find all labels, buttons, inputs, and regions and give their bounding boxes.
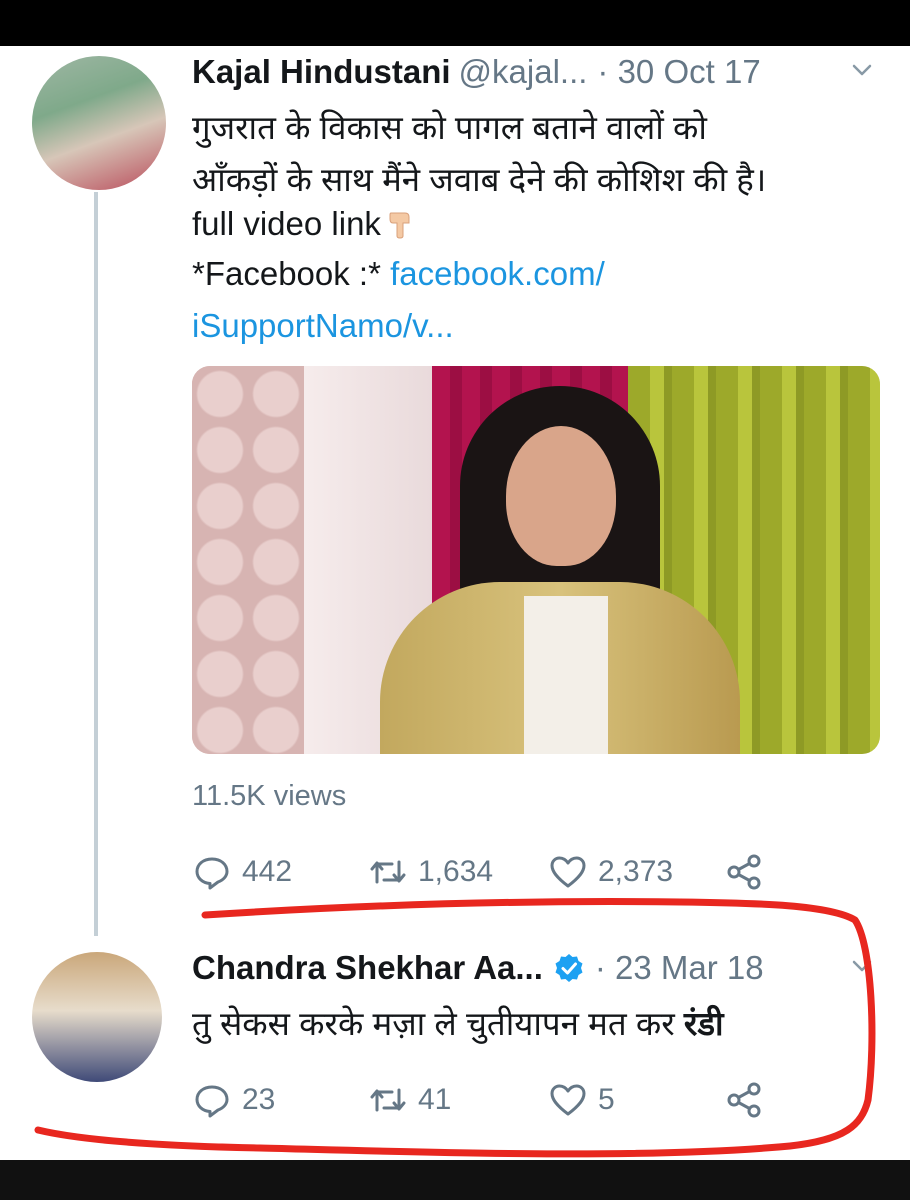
facebook-link[interactable]: facebook.com/ [390, 255, 605, 292]
retweet-count: 1,634 [418, 855, 494, 888]
video-thumbnail[interactable] [192, 366, 880, 754]
facebook-link-continued[interactable]: iSupportNamo/v... [192, 304, 454, 348]
like-count: 2,373 [598, 855, 674, 888]
tweet-header: Kajal Hindustani @kajal... · 30 Oct 17 [192, 50, 882, 94]
chevron-down-icon[interactable] [850, 58, 874, 82]
heart-icon [550, 1084, 586, 1116]
reply-button[interactable]: 23 [192, 1078, 275, 1122]
tweet-text-line: तु सेकस करके मज़ा ले चुतीयापन मत कर रंडी [192, 1002, 724, 1046]
like-button[interactable]: 5 [548, 1078, 615, 1122]
top-black-bar [0, 0, 910, 46]
tweet-text: तु सेकस करके मज़ा ले चुतीयापन मत कर [192, 1005, 684, 1042]
bottom-black-bar [0, 1160, 910, 1200]
tweet-text-line: गुजरात के विकास को पागल बताने वालों को [192, 109, 707, 146]
tweet-text: *Facebook :* [192, 255, 391, 292]
tweet-header: Chandra Shekhar Aa... · 23 Mar 18 [192, 946, 882, 990]
reply-count: 442 [242, 855, 293, 888]
tweet-date[interactable]: · 23 Mar 18 [595, 949, 764, 987]
pointing-down-emoji-icon [389, 212, 410, 239]
reply-icon [195, 1085, 229, 1118]
author-handle[interactable]: @kajal... [459, 53, 588, 91]
avatar[interactable] [32, 952, 162, 1082]
retweet-button[interactable]: 1,634 [368, 850, 493, 894]
reply-count: 23 [242, 1083, 276, 1116]
chevron-down-icon[interactable] [850, 954, 874, 978]
retweet-button[interactable]: 41 [368, 1078, 451, 1122]
author-name[interactable]: Chandra Shekhar Aa... [192, 949, 543, 987]
tweet-text: full video link [192, 205, 381, 242]
reply-icon [195, 857, 229, 890]
heart-icon [550, 856, 586, 888]
like-count: 5 [598, 1083, 615, 1116]
like-button[interactable]: 2,373 [548, 850, 673, 894]
avatar[interactable] [32, 56, 166, 190]
share-icon [727, 1082, 761, 1118]
tweet-text-bold: रंडी [683, 1005, 724, 1042]
person-top [524, 596, 608, 754]
reply-button[interactable]: 442 [192, 850, 292, 894]
tweet-text-line: full video link [192, 202, 413, 246]
retweet-count: 41 [418, 1083, 452, 1116]
share-icon [727, 854, 761, 890]
tweet-text-line: आँकड़ों के साथ मैंने जवाब देने की कोशिश … [192, 161, 767, 198]
person-face [506, 426, 616, 566]
author-name[interactable]: Kajal Hindustani [192, 53, 451, 91]
retweet-icon [370, 1088, 406, 1112]
thread-connector-line [94, 192, 98, 936]
share-button[interactable] [724, 850, 774, 894]
tweet-text-line: *Facebook :* facebook.com/ [192, 252, 605, 296]
tweet-date[interactable]: · 30 Oct 17 [597, 53, 760, 91]
tweet-actions: 442 1,634 2,373 [192, 850, 882, 894]
share-button[interactable] [724, 1078, 774, 1122]
headboard [192, 366, 304, 754]
tweet-actions: 23 41 5 [192, 1078, 882, 1122]
retweet-icon [370, 860, 406, 884]
verified-badge-icon [555, 954, 583, 982]
view-count: 11.5K views [192, 780, 347, 812]
